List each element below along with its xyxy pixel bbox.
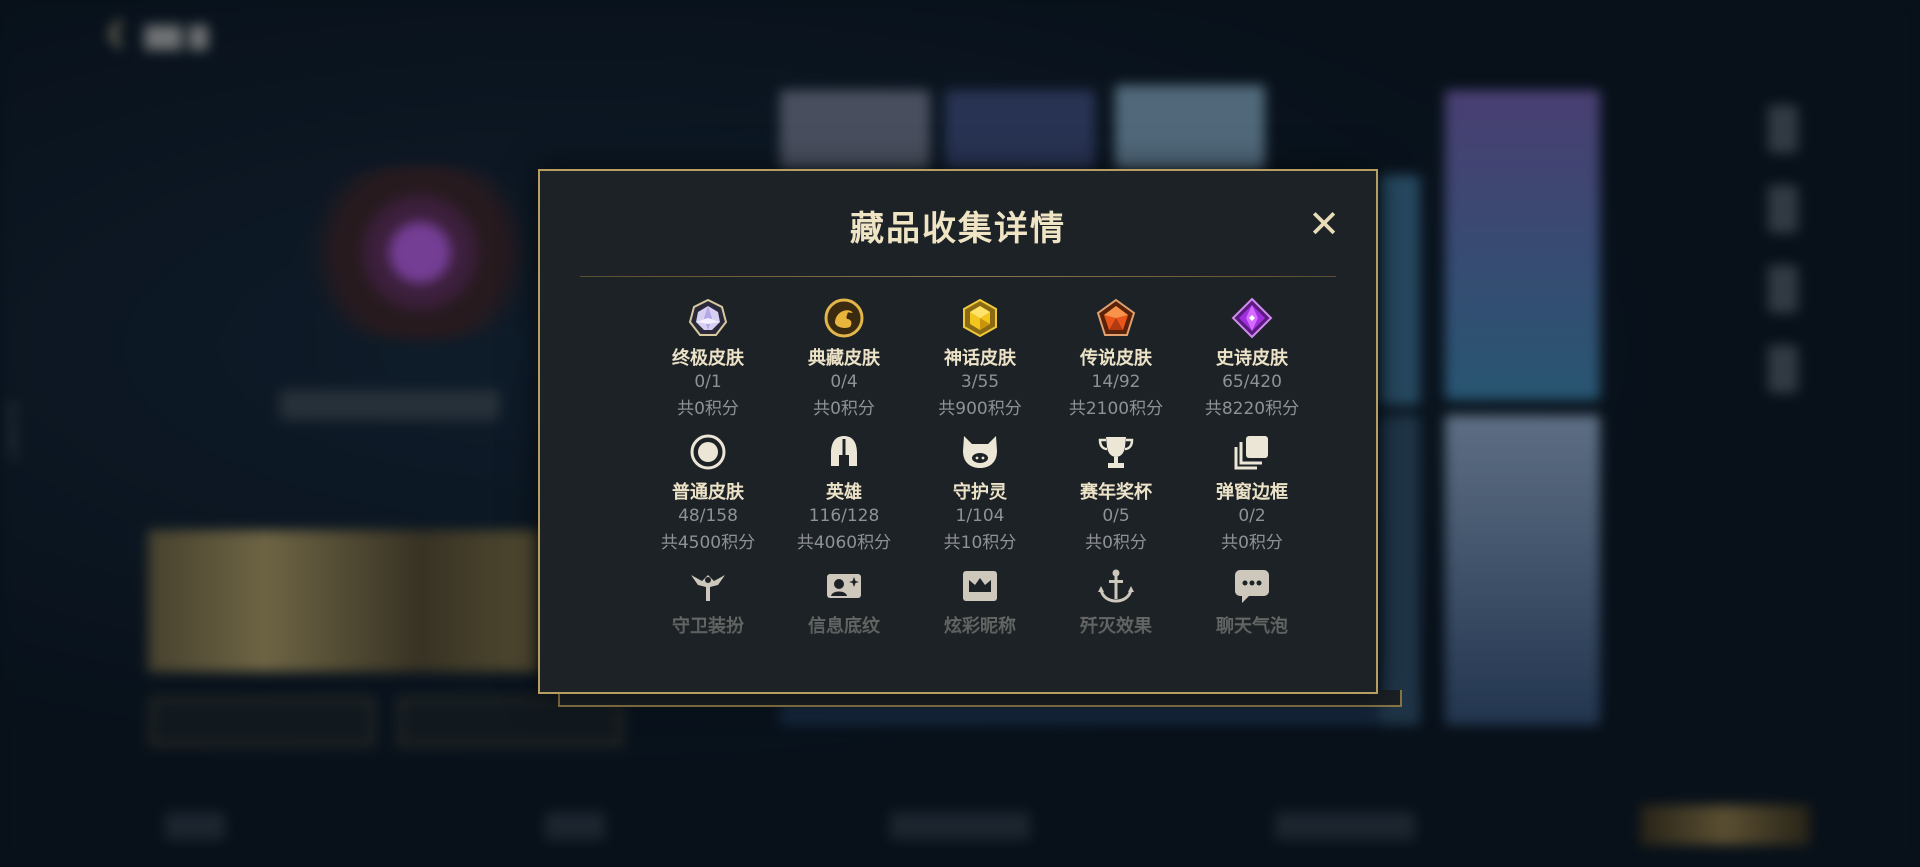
collection-item[interactable]: 终极皮肤 0/1 共0积分: [640, 296, 776, 430]
collection-item-name: 歼灭效果: [1080, 616, 1152, 637]
collection-item-count: 65/420: [1222, 372, 1282, 392]
helmet-icon: [822, 430, 866, 474]
collection-item-name: 普通皮肤: [672, 482, 744, 503]
collection-item[interactable]: 赛年奖杯 0/5 共0积分: [1048, 430, 1184, 564]
collection-item-count: 0/1: [694, 372, 722, 392]
collection-item-name: 赛年奖杯: [1080, 482, 1152, 503]
collection-item-count: 48/158: [678, 506, 738, 526]
collection-item[interactable]: 炫彩昵称: [912, 564, 1048, 676]
dragon-emblem-icon: [822, 296, 866, 340]
collection-item-points: 共0积分: [1085, 533, 1147, 553]
collection-item-name: 弹窗边框: [1216, 482, 1288, 503]
collection-item[interactable]: 守护灵 1/104 共10积分: [912, 430, 1048, 564]
ultimate-gem-icon: [686, 296, 730, 340]
collection-item[interactable]: 英雄 116/128 共4060积分: [776, 430, 912, 564]
collection-item-name: 典藏皮肤: [808, 348, 880, 369]
epic-gem-icon: [1230, 296, 1274, 340]
collection-item-points: 共4500积分: [660, 533, 756, 553]
collection-item[interactable]: 聊天气泡: [1184, 564, 1320, 676]
mythic-gem-icon: [958, 296, 1002, 340]
collection-item[interactable]: 普通皮肤 48/158 共4500积分: [640, 430, 776, 564]
collection-item-name: 英雄: [826, 482, 862, 503]
collection-item-points: 共0积分: [677, 399, 739, 419]
trophy-icon: [1094, 430, 1138, 474]
little-legend-icon: [958, 430, 1002, 474]
collection-item-count: 14/92: [1091, 372, 1141, 392]
divider: [580, 276, 1336, 277]
collection-item-name: 聊天气泡: [1216, 616, 1288, 637]
collection-item-points: 共0积分: [813, 399, 875, 419]
collection-item-points: 共10积分: [943, 533, 1017, 553]
collection-item-name: 守卫装扮: [672, 616, 744, 637]
collection-item[interactable]: 信息底纹: [776, 564, 912, 676]
collection-item[interactable]: 歼灭效果: [1048, 564, 1184, 676]
collection-item-points: 共900积分: [938, 399, 1022, 419]
chat-bubble-icon: [1230, 564, 1274, 608]
collection-item[interactable]: 守卫装扮: [640, 564, 776, 676]
collection-item-count: 3/55: [960, 372, 1000, 392]
collection-item-name: 终极皮肤: [672, 348, 744, 369]
collection-item-points: 共4060积分: [796, 533, 892, 553]
collection-item-name: 守护灵: [953, 482, 1007, 503]
collection-item-count: 0/2: [1238, 506, 1266, 526]
profile-banner-icon: [822, 564, 866, 608]
collection-item-name: 神话皮肤: [944, 348, 1016, 369]
collection-item-name: 信息底纹: [808, 616, 880, 637]
ring-icon: [686, 430, 730, 474]
collection-item[interactable]: 神话皮肤 3/55 共900积分: [912, 296, 1048, 430]
collection-item-name: 传说皮肤: [1080, 348, 1152, 369]
collection-details-dialog: 藏品收集详情 ✕ 终极皮肤 0/1 共0积分 典藏皮肤 0/4 共0积分 神话皮肤 3/55 共…: [538, 169, 1378, 694]
close-icon[interactable]: ✕: [1308, 205, 1340, 243]
ward-icon: [686, 564, 730, 608]
collection-grid: 终极皮肤 0/1 共0积分 典藏皮肤 0/4 共0积分 神话皮肤 3/55 共900积分 传说皮肤…: [640, 296, 1320, 676]
collection-item-count: 1/104: [955, 506, 1005, 526]
collection-item-count: 0/4: [830, 372, 858, 392]
collection-item[interactable]: 史诗皮肤 65/420 共8220积分: [1184, 296, 1320, 430]
dialog-title: 藏品收集详情: [850, 209, 1066, 249]
collection-item-points: 共0积分: [1221, 533, 1283, 553]
collection-item-count: 116/128: [808, 506, 880, 526]
crown-nameplate-icon: [958, 564, 1002, 608]
collection-item[interactable]: 传说皮肤 14/92 共2100积分: [1048, 296, 1184, 430]
collection-item-points: 共2100积分: [1068, 399, 1164, 419]
legendary-gem-icon: [1094, 296, 1138, 340]
collection-item[interactable]: 典藏皮肤 0/4 共0积分: [776, 296, 912, 430]
collection-item-count: 0/5: [1102, 506, 1130, 526]
collection-item-name: 炫彩昵称: [944, 616, 1016, 637]
collection-item[interactable]: 弹窗边框 0/2 共0积分: [1184, 430, 1320, 564]
anchor-icon: [1094, 564, 1138, 608]
collection-item-points: 共8220积分: [1204, 399, 1300, 419]
frame-stack-icon: [1230, 430, 1274, 474]
collection-item-name: 史诗皮肤: [1216, 348, 1288, 369]
